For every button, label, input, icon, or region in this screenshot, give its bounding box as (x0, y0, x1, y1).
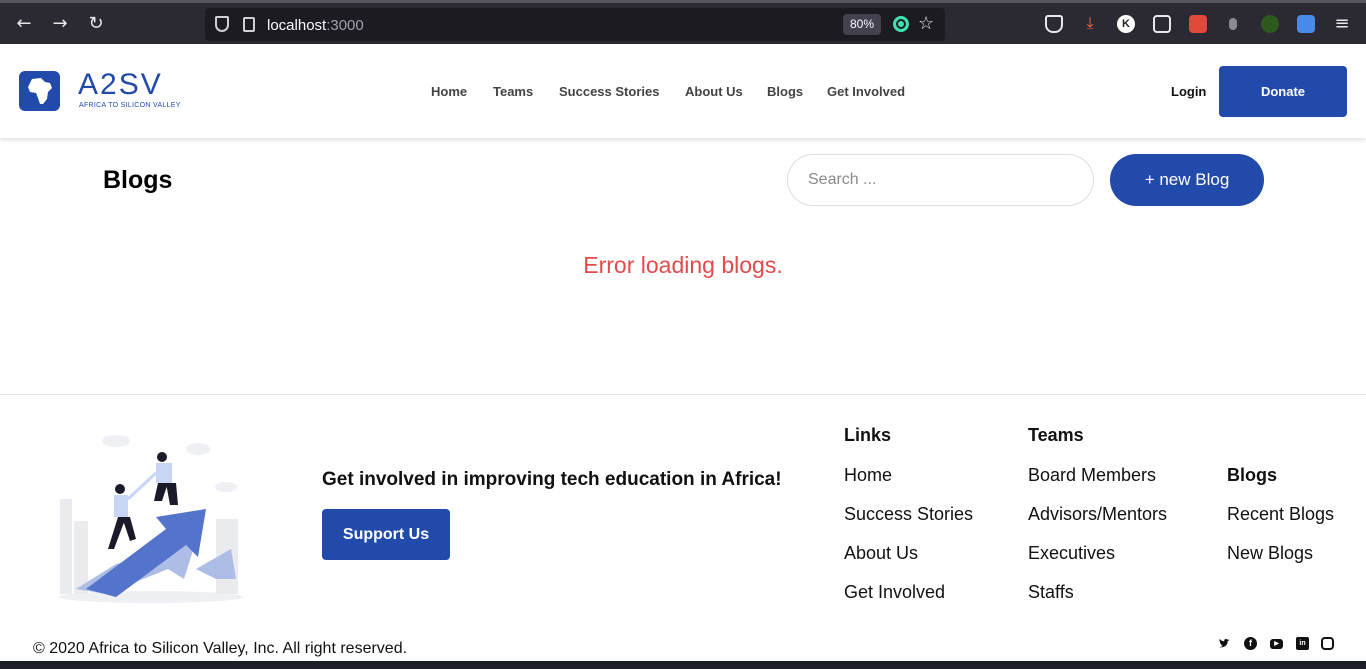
new-blog-button[interactable]: + new Blog (1110, 154, 1264, 206)
extension-blue-icon[interactable] (1297, 15, 1315, 33)
footer-link-success-stories[interactable]: Success Stories (844, 504, 973, 525)
footer-link-executives[interactable]: Executives (1028, 543, 1115, 564)
footer-link-get-involved[interactable]: Get Involved (844, 582, 945, 603)
logo-subtitle: AFRICA TO SILICON VALLEY (79, 102, 181, 109)
back-arrow-icon[interactable]: ← (12, 12, 36, 36)
blogs-heading: Blogs (1227, 465, 1278, 485)
pocket-icon[interactable] (1045, 15, 1063, 33)
teams-heading: Teams (1028, 425, 1084, 445)
cta-text: Get involved in improving tech education… (322, 469, 782, 490)
shield-icon[interactable] (215, 16, 229, 32)
error-message: Error loading blogs. (583, 252, 783, 278)
climbing-illustration (59, 435, 243, 603)
reload-icon[interactable]: ↻ (84, 12, 108, 36)
footer-link-about-us[interactable]: About Us (844, 543, 918, 564)
footer-link-recent-blogs[interactable]: Recent Blogs (1227, 504, 1334, 525)
africa-logo-icon[interactable] (19, 71, 60, 111)
download-icon[interactable]: ⤓ (1081, 15, 1099, 33)
support-us-button[interactable]: Support Us (322, 509, 450, 560)
youtube-icon[interactable]: ▶ (1270, 639, 1283, 649)
taskbar-strip (0, 661, 1366, 669)
nav-blogs[interactable]: Blogs (767, 84, 803, 99)
url-text: localhost:3000 (267, 17, 364, 34)
extension-red-icon[interactable] (1189, 15, 1207, 33)
instagram-icon[interactable] (1321, 637, 1334, 650)
bookmark-star-icon[interactable]: ☆ (918, 13, 934, 34)
k-extension-icon[interactable]: K (1117, 15, 1135, 33)
footer-link-staffs[interactable]: Staffs (1028, 582, 1074, 603)
site-header: A2SV AFRICA TO SILICON VALLEY Home Teams… (0, 44, 1366, 138)
nav-get-involved[interactable]: Get Involved (827, 84, 905, 99)
footer-link-board-members[interactable]: Board Members (1028, 465, 1156, 486)
footer-link-home[interactable]: Home (844, 465, 892, 486)
forward-arrow-icon[interactable]: → (48, 12, 72, 36)
nav-about-us[interactable]: About Us (685, 84, 743, 99)
menu-hamburger-icon[interactable]: ≡ (1333, 15, 1351, 33)
page-title: Blogs (103, 166, 173, 194)
twitter-icon[interactable] (1218, 637, 1231, 650)
nav-teams[interactable]: Teams (493, 84, 533, 99)
nav-success-stories[interactable]: Success Stories (559, 84, 659, 99)
footer: Get involved in improving tech education… (0, 394, 1366, 669)
login-link[interactable]: Login (1171, 84, 1206, 99)
logo-text[interactable]: A2SV (78, 70, 163, 100)
nav-home[interactable]: Home (431, 84, 467, 99)
extensions-puzzle-icon[interactable] (1153, 15, 1171, 33)
linkedin-icon[interactable]: in (1296, 637, 1309, 650)
footer-link-advisors-mentors[interactable]: Advisors/Mentors (1028, 504, 1167, 525)
footer-link-new-blogs[interactable]: New Blogs (1227, 543, 1313, 564)
extension-ring-icon[interactable] (893, 16, 909, 32)
extension-grey-icon[interactable] (1229, 18, 1237, 30)
address-bar[interactable]: localhost:3000 80% ☆ (205, 8, 945, 41)
facebook-icon[interactable]: f (1244, 637, 1257, 650)
donate-button[interactable]: Donate (1219, 66, 1347, 117)
extension-green-icon[interactable] (1261, 15, 1279, 33)
page-icon (243, 17, 255, 32)
links-heading: Links (844, 425, 892, 445)
copyright-text: © 2020 Africa to Silicon Valley, Inc. Al… (33, 640, 408, 657)
search-input[interactable] (787, 154, 1094, 206)
browser-toolbar: ← → ↻ localhost:3000 80% ☆ ⤓ K ≡ (0, 0, 1366, 44)
zoom-level[interactable]: 80% (843, 14, 881, 35)
